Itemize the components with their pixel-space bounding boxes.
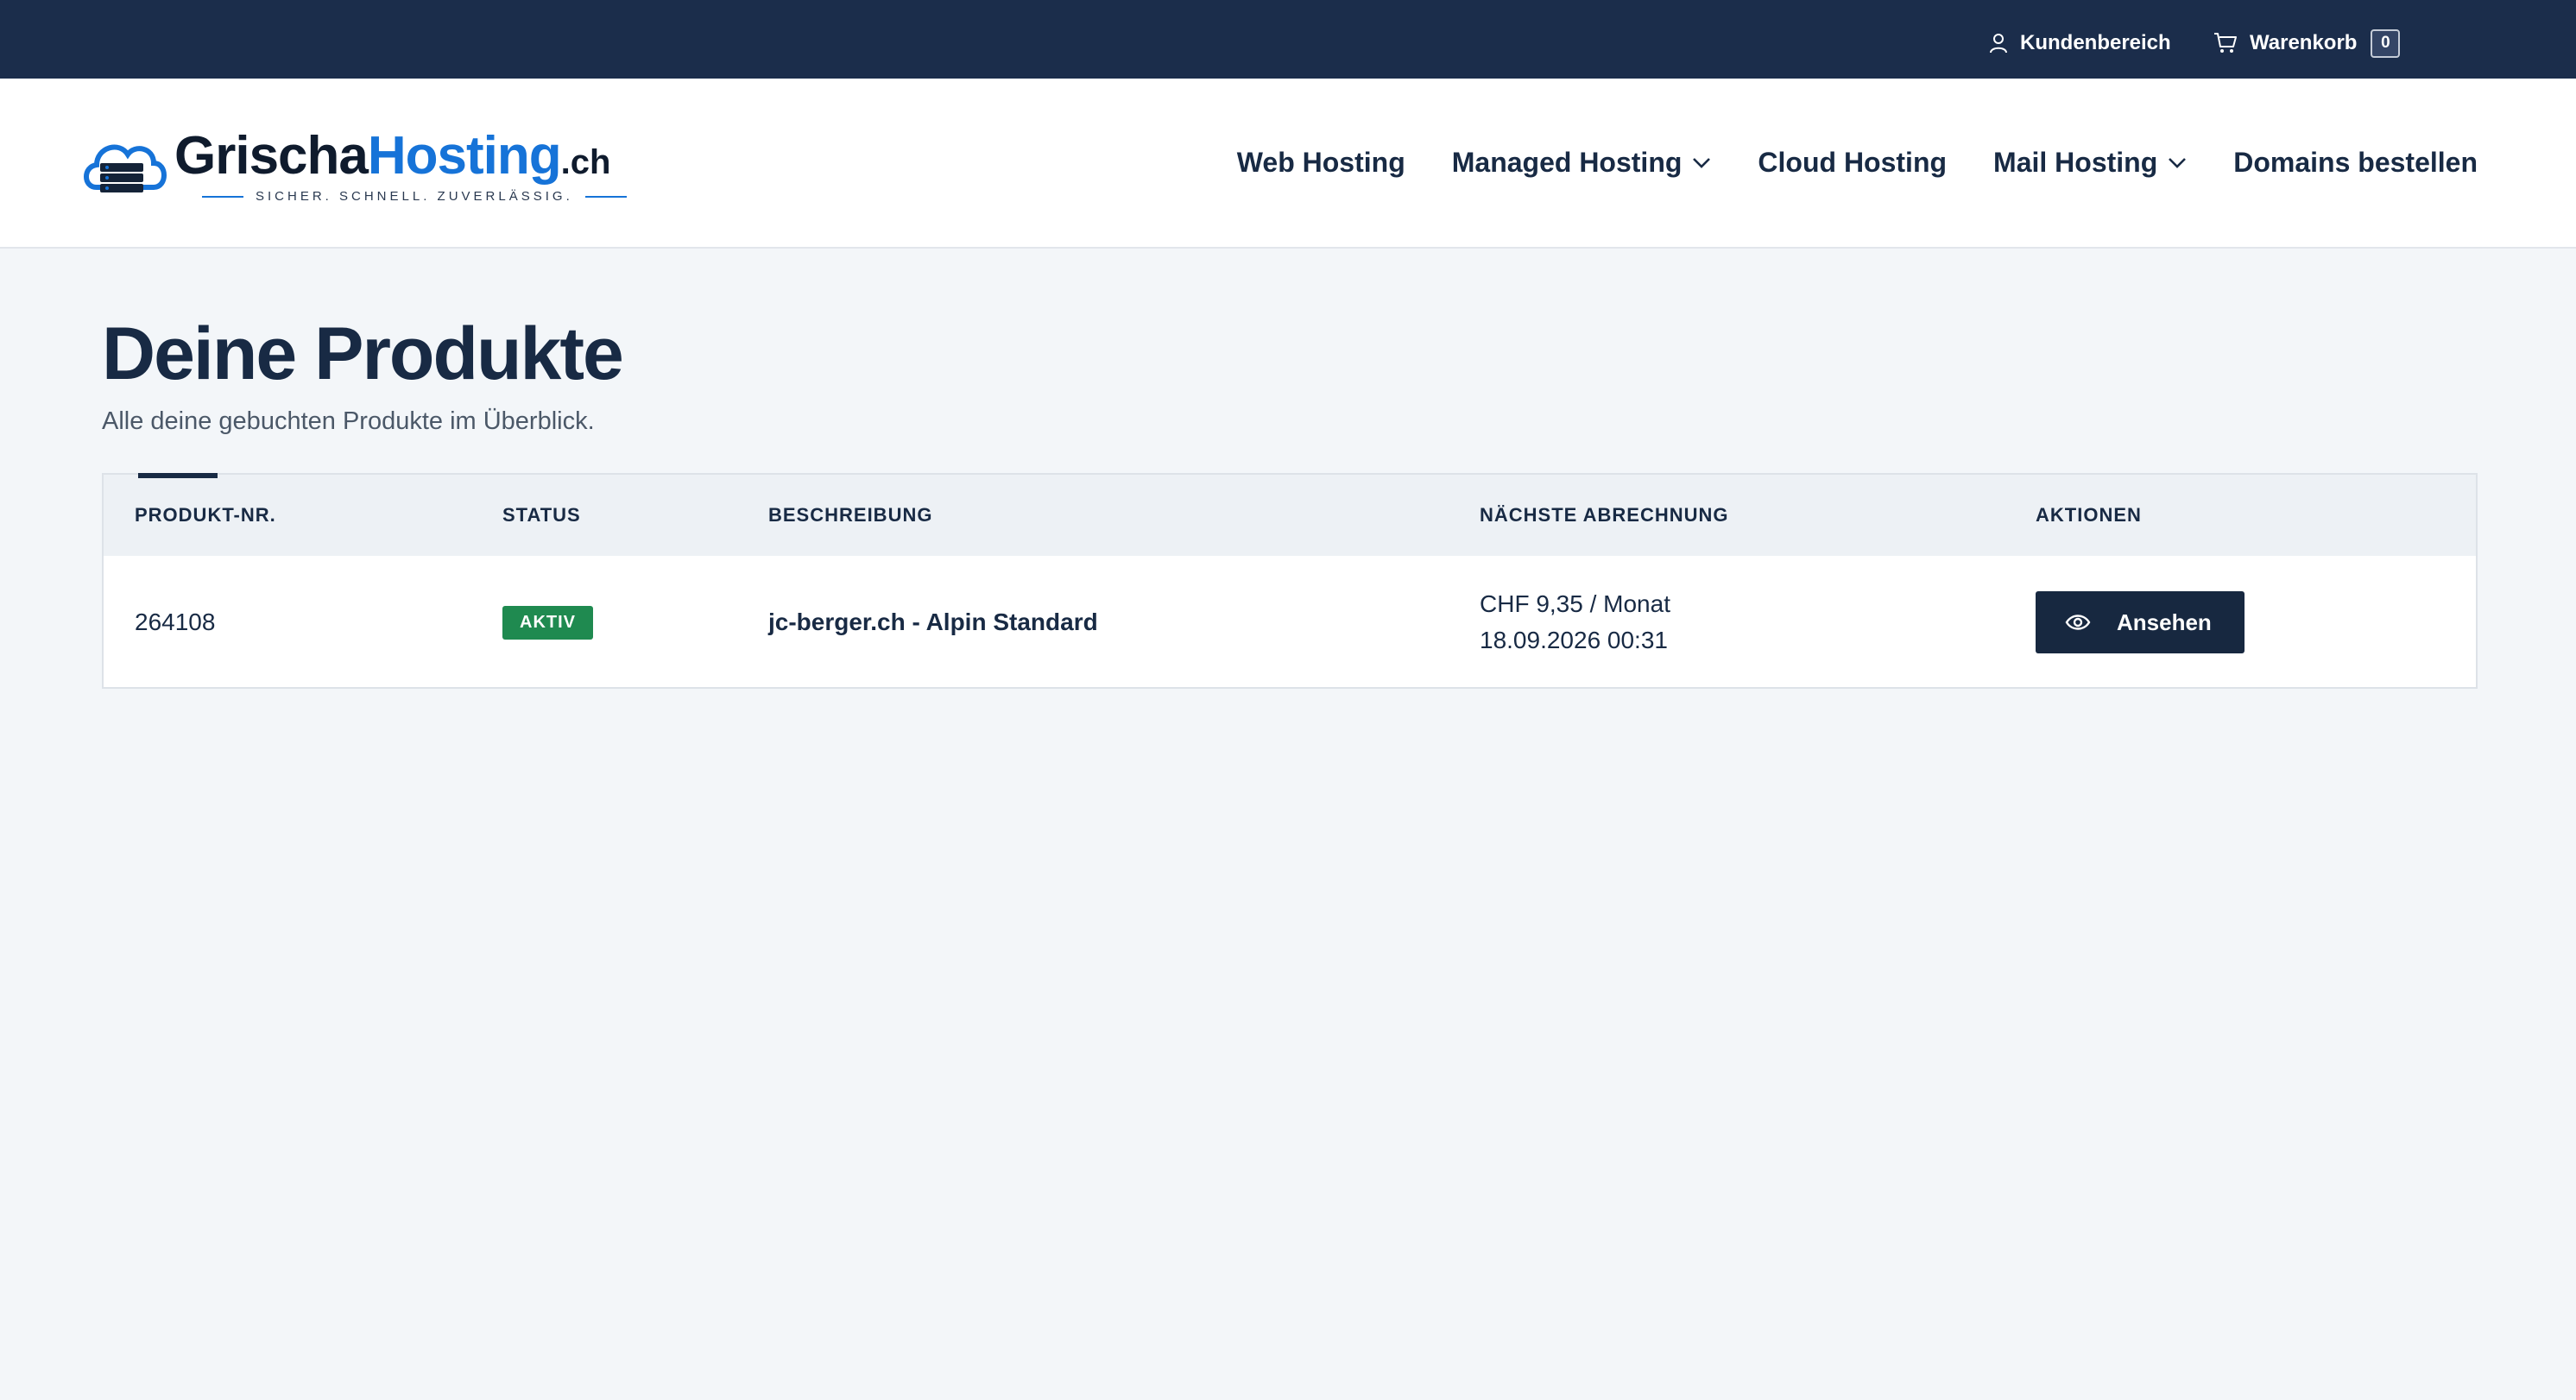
status-badge: AKTIV bbox=[502, 605, 593, 640]
view-product-button[interactable]: Ansehen bbox=[2036, 591, 2245, 653]
top-bar: Kundenbereich Warenkorb 0 bbox=[0, 0, 2576, 79]
billing-price: CHF 9,35 / Monat bbox=[1480, 590, 1670, 617]
billing-date: 18.09.2026 00:31 bbox=[1480, 627, 1668, 653]
cart-label: Warenkorb bbox=[2250, 31, 2358, 54]
main-header: GrischaHosting.ch SICHER. SCHNELL. ZUVER… bbox=[0, 79, 2576, 249]
nav-item-domains[interactable]: Domains bestellen bbox=[2233, 147, 2478, 179]
chevron-down-icon bbox=[1693, 157, 1711, 168]
products-table: PRODUKT-NR. STATUS BESCHREIBUNG NÄCHSTE … bbox=[102, 473, 2478, 689]
status-cell: AKTIV bbox=[502, 556, 593, 689]
logo-wordmark: GrischaHosting.ch bbox=[174, 126, 611, 186]
chevron-down-icon bbox=[2169, 157, 2187, 168]
cart-link[interactable]: Warenkorb 0 bbox=[2213, 0, 2401, 86]
column-header-product-no[interactable]: PRODUKT-NR. bbox=[135, 475, 276, 556]
actions-cell: Ansehen bbox=[2036, 556, 2245, 689]
user-icon bbox=[1990, 34, 2007, 54]
customer-area-link[interactable]: Kundenbereich bbox=[1989, 0, 2171, 86]
sort-indicator bbox=[138, 473, 218, 478]
table-row: 264108 AKTIV jc-berger.ch - Alpin Standa… bbox=[104, 556, 2476, 689]
cart-count-badge: 0 bbox=[2371, 28, 2401, 58]
eye-icon bbox=[2065, 615, 2091, 630]
product-description: jc-berger.ch - Alpin Standard bbox=[768, 609, 1098, 635]
next-billing-cell: CHF 9,35 / Monat 18.09.2026 00:31 bbox=[1480, 556, 1670, 689]
logo[interactable]: GrischaHosting.ch SICHER. SCHNELL. ZUVER… bbox=[81, 122, 627, 208]
nav-item-managed-hosting[interactable]: Managed Hosting bbox=[1452, 147, 1712, 179]
cloud-server-icon bbox=[84, 144, 167, 192]
page-title: Deine Produkte bbox=[102, 312, 624, 395]
column-header-next-billing[interactable]: NÄCHSTE ABRECHNUNG bbox=[1480, 475, 1729, 556]
column-header-status[interactable]: STATUS bbox=[502, 475, 581, 556]
main-nav: Web Hosting Managed Hosting Cloud Hostin… bbox=[1190, 79, 2478, 247]
cart-icon bbox=[2214, 33, 2237, 53]
product-number: 264108 bbox=[135, 609, 216, 635]
column-header-actions: AKTIONEN bbox=[2036, 504, 2142, 526]
nav-item-cloud-hosting[interactable]: Cloud Hosting bbox=[1758, 147, 1947, 179]
nav-item-web-hosting[interactable]: Web Hosting bbox=[1237, 147, 1405, 179]
column-header-description[interactable]: BESCHREIBUNG bbox=[768, 475, 932, 556]
page-subtitle: Alle deine gebuchten Produkte im Überbli… bbox=[102, 407, 595, 435]
view-product-label: Ansehen bbox=[2117, 609, 2212, 635]
customer-area-label: Kundenbereich bbox=[2020, 31, 2171, 54]
nav-item-mail-hosting[interactable]: Mail Hosting bbox=[1993, 147, 2187, 179]
table-header: PRODUKT-NR. STATUS BESCHREIBUNG NÄCHSTE … bbox=[104, 475, 2476, 556]
logo-tagline: SICHER. SCHNELL. ZUVERLÄSSIG. bbox=[190, 189, 639, 204]
